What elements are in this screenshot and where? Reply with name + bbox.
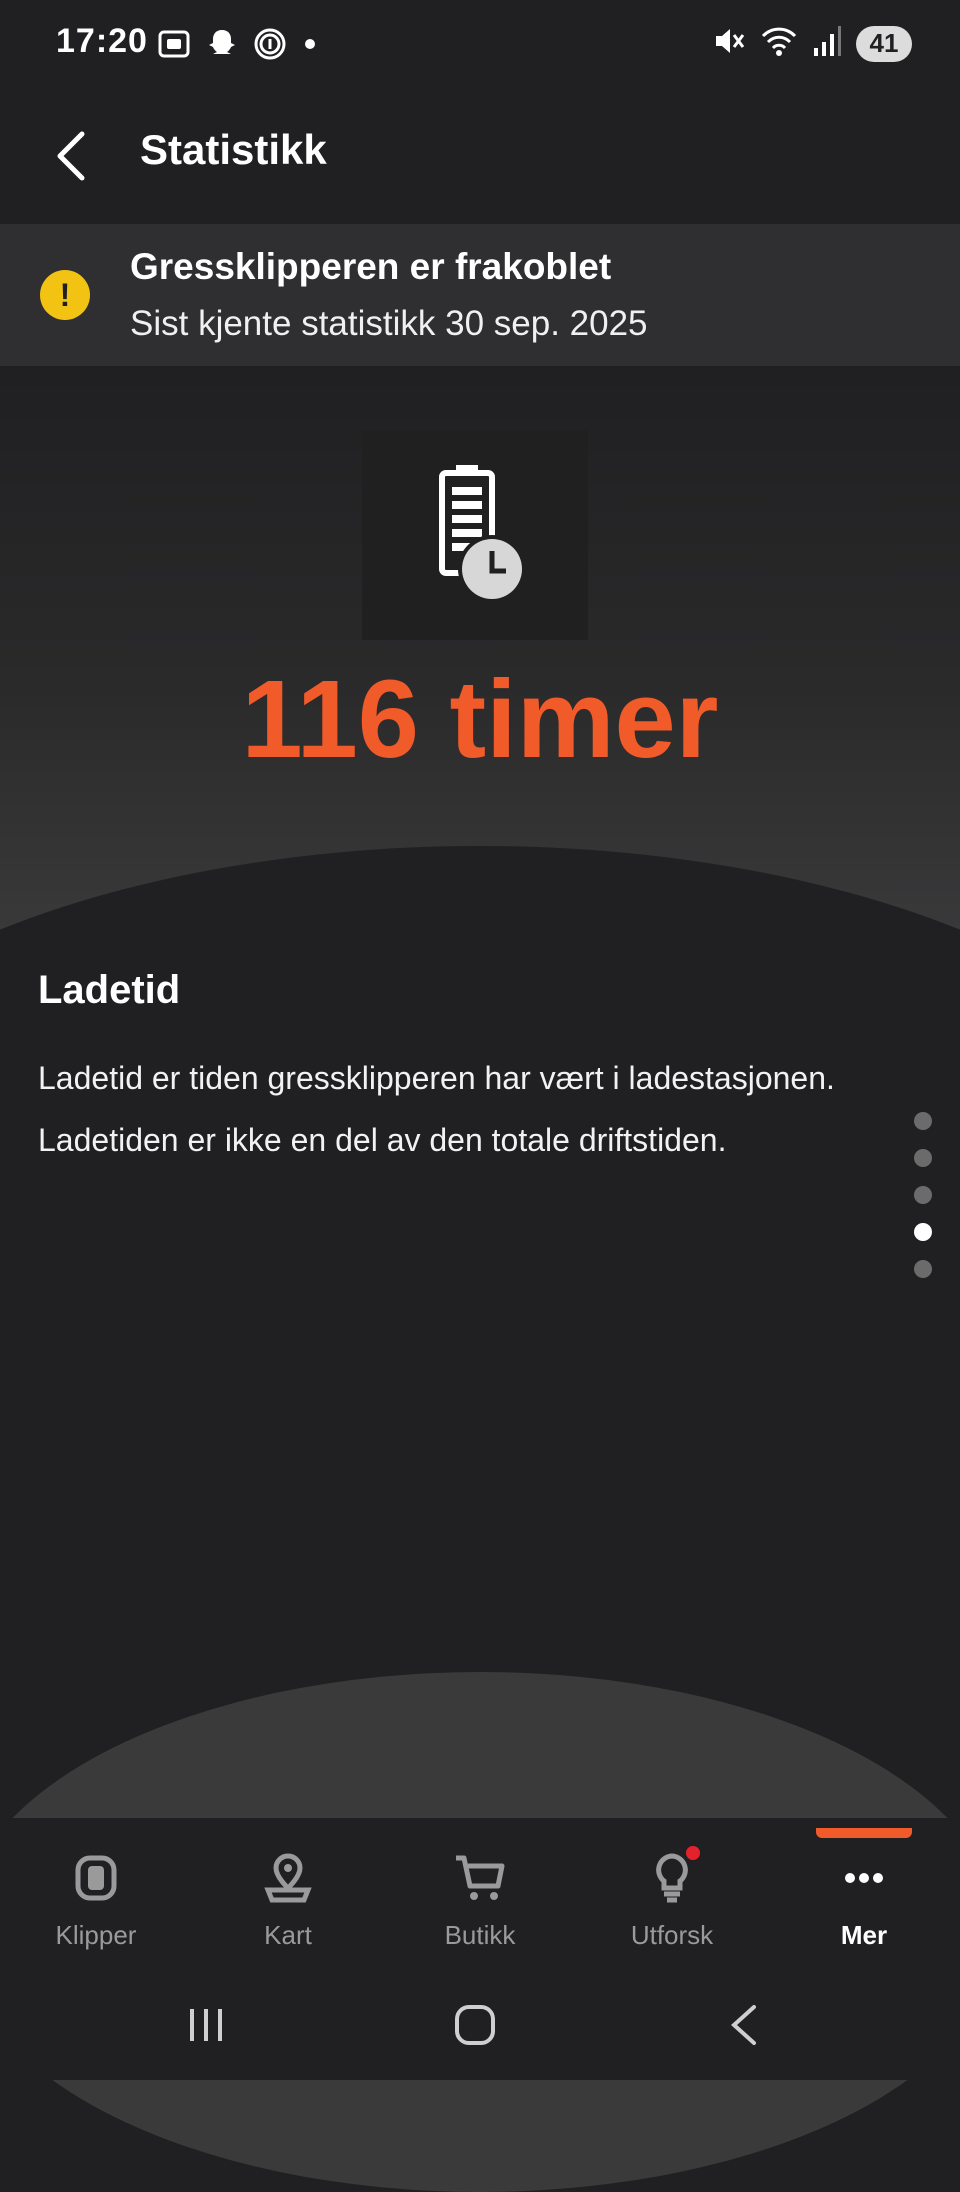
map-pin-icon xyxy=(264,1853,312,1903)
recent-apps-button[interactable] xyxy=(166,2000,246,2050)
hero-arc xyxy=(0,846,960,946)
snapchat-icon xyxy=(204,26,240,67)
fingerprint-icon xyxy=(252,26,288,67)
chevron-left-icon xyxy=(57,131,85,181)
mower-icon xyxy=(75,1855,117,1901)
page-indicator[interactable] xyxy=(914,1112,932,1278)
nav-item-utforsk[interactable]: Utforsk xyxy=(576,1818,768,1970)
home-icon xyxy=(455,2005,495,2045)
active-tab-indicator xyxy=(816,1828,912,1838)
nav-label: Butikk xyxy=(444,1920,516,1950)
battery-clock-icon xyxy=(362,430,588,640)
warning-icon: ! xyxy=(40,270,90,320)
nav-label: Kart xyxy=(264,1920,312,1950)
offline-banner: ! Gressklipperen er frakoblet Sist kjent… xyxy=(0,224,960,366)
page-dot[interactable] xyxy=(914,1149,932,1167)
nav-label: Klipper xyxy=(55,1920,137,1950)
cart-icon xyxy=(456,1855,505,1900)
back-button[interactable] xyxy=(40,120,100,192)
section-description-2: Ladetiden er ikke en del av den totale d… xyxy=(38,1122,727,1158)
banner-subtitle: Sist kjente statistikk 30 sep. 2025 xyxy=(130,304,648,343)
nav-item-mer[interactable]: Mer xyxy=(768,1818,960,1970)
home-button[interactable] xyxy=(435,2000,515,2050)
nav-label: Utforsk xyxy=(630,1920,714,1950)
more-icon xyxy=(845,1873,883,1883)
status-bar: 17:20 41 xyxy=(0,0,960,92)
signal-icon xyxy=(812,24,842,63)
battery-indicator: 41 xyxy=(856,25,912,62)
page-dot[interactable] xyxy=(914,1186,932,1204)
page-dot[interactable] xyxy=(914,1112,932,1130)
system-back-button[interactable] xyxy=(704,2000,784,2050)
stat-hero: 116 timer xyxy=(0,366,960,946)
wifi-icon xyxy=(760,24,798,63)
section-description-1: Ladetid er tiden gressklipperen har vært… xyxy=(38,1060,835,1096)
page-title: Statistikk xyxy=(140,126,327,173)
dot-icon xyxy=(300,26,320,67)
bottom-nav: Klipper Kart Butikk Utforsk Mer xyxy=(0,1818,960,1970)
section-title: Ladetid xyxy=(38,968,181,1012)
back-arrow-icon xyxy=(731,2005,756,2045)
nav-label: Mer xyxy=(840,1920,888,1950)
system-nav-bar xyxy=(0,1970,960,2080)
page-dot[interactable] xyxy=(914,1260,932,1278)
status-right-icons: 41 xyxy=(712,24,912,63)
status-left-icons xyxy=(156,26,320,67)
app-header: Statistikk xyxy=(0,92,960,224)
screenshot-icon xyxy=(156,26,192,67)
nav-item-butikk[interactable]: Butikk xyxy=(384,1818,576,1970)
status-time: 17:20 xyxy=(56,22,148,60)
stat-value: 116 timer xyxy=(241,658,719,781)
recent-apps-icon xyxy=(190,2009,222,2041)
nav-item-kart[interactable]: Kart xyxy=(192,1818,384,1970)
page-dot[interactable] xyxy=(914,1223,932,1241)
mute-icon xyxy=(712,24,746,63)
nav-item-klipper[interactable]: Klipper xyxy=(0,1818,192,1970)
notification-badge xyxy=(686,1846,700,1860)
banner-title: Gressklipperen er frakoblet xyxy=(130,246,612,287)
